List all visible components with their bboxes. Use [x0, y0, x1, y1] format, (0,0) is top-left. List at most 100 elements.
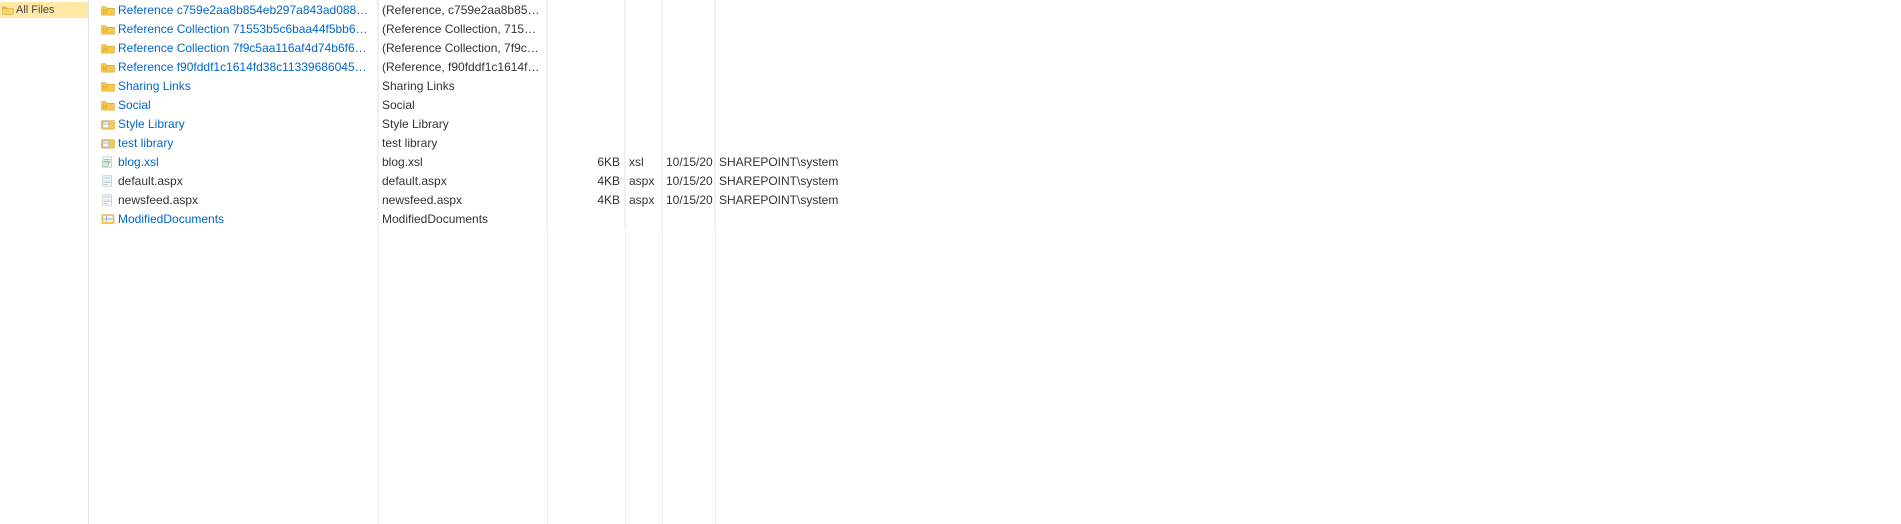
tree-item-label: All Files: [16, 4, 55, 16]
cell-type: aspx: [625, 190, 662, 209]
cell-title: blog.xsl: [378, 152, 547, 171]
folder-icon: [101, 23, 115, 35]
cell-title: (Reference Collection, 7f9c5aa11…: [378, 38, 547, 57]
file-name-text: default.aspx: [118, 174, 183, 188]
folder-icon: [101, 42, 115, 54]
file-name-text: newsfeed.aspx: [118, 193, 198, 207]
file-name-link[interactable]: Reference c759e2aa8b854eb297a843ad088ae0…: [118, 3, 373, 17]
cell-title-text: (Reference Collection, 7f9c5aa11…: [382, 41, 542, 55]
cell-size: [547, 38, 625, 57]
cell-title: default.aspx: [378, 171, 547, 190]
cell-title: ModifiedDocuments: [378, 209, 547, 228]
file-list-pane: Reference c759e2aa8b854eb297a843ad088ae0…: [89, 0, 1901, 524]
file-name-link[interactable]: Reference Collection 71553b5c6baa44f5bb6…: [118, 22, 373, 36]
file-name-link[interactable]: Social: [118, 98, 151, 112]
file-row[interactable]: test library test library: [89, 133, 1901, 152]
cell-type: [625, 114, 662, 133]
cell-size: [547, 209, 625, 228]
file-row[interactable]: blog.xslblog.xsl6KBxsl10/15/20…SHAREPOIN…: [89, 152, 1901, 171]
cell-title-text: Style Library: [382, 117, 449, 131]
cell-modified-by: [715, 19, 853, 38]
cell-size: [547, 95, 625, 114]
app-root: All Files Reference c759e2aa8b854eb297a8…: [0, 0, 1901, 524]
cell-name: Reference Collection 7f9c5aa116af4d74b6f…: [89, 38, 378, 57]
cell-name: default.aspx: [89, 171, 378, 190]
cell-modified: [662, 76, 715, 95]
folder-icon: [101, 61, 115, 73]
file-name-link[interactable]: Reference Collection 7f9c5aa116af4d74b6f…: [118, 41, 373, 55]
folder-open-icon: [2, 4, 14, 16]
cell-modified-by: [715, 76, 853, 95]
cell-title: Sharing Links: [378, 76, 547, 95]
cell-title-text: newsfeed.aspx: [382, 193, 462, 207]
cell-modified: [662, 0, 715, 19]
cell-name: ModifiedDocuments: [89, 209, 378, 228]
cell-title: Social: [378, 95, 547, 114]
cell-modified: [662, 114, 715, 133]
cell-modified: [662, 38, 715, 57]
file-row[interactable]: Reference Collection 71553b5c6baa44f5bb6…: [89, 19, 1901, 38]
cell-type: [625, 209, 662, 228]
cell-title: newsfeed.aspx: [378, 190, 547, 209]
library-folder-icon: [101, 118, 115, 130]
cell-size: [547, 57, 625, 76]
cell-size: [547, 19, 625, 38]
file-name-link[interactable]: Style Library: [118, 117, 185, 131]
cell-title: (Reference Collection, 71553b5c6…: [378, 19, 547, 38]
cell-type: [625, 133, 662, 152]
cell-name: Style Library: [89, 114, 378, 133]
cell-title-text: test library: [382, 136, 437, 150]
file-row[interactable]: Reference f90fddf1c1614fd38c113396860454…: [89, 57, 1901, 76]
cell-size: [547, 76, 625, 95]
cell-name: test library: [89, 133, 378, 152]
cell-name: Sharing Links: [89, 76, 378, 95]
file-name-link[interactable]: ModifiedDocuments: [118, 212, 224, 226]
cell-modified-by: [715, 95, 853, 114]
cell-modified: [662, 133, 715, 152]
cell-title-text: (Reference Collection, 71553b5c6…: [382, 22, 542, 36]
file-rows: Reference c759e2aa8b854eb297a843ad088ae0…: [89, 0, 1901, 524]
cell-type: aspx: [625, 171, 662, 190]
cell-modified: 10/15/20…: [662, 152, 715, 171]
file-row[interactable]: Reference c759e2aa8b854eb297a843ad088ae0…: [89, 0, 1901, 19]
cell-modified-by: SHAREPOINT\system: [715, 152, 853, 171]
cell-title-text: Social: [382, 98, 415, 112]
tree-sidebar: All Files: [0, 0, 89, 524]
cell-title: (Reference, c759e2aa8b854eb297…: [378, 0, 547, 19]
cell-modified-by: [715, 57, 853, 76]
cell-modified-by: [715, 0, 853, 19]
file-row[interactable]: Sharing Links Sharing Links: [89, 76, 1901, 95]
cell-title-text: default.aspx: [382, 174, 447, 188]
file-row[interactable]: Social Social: [89, 95, 1901, 114]
cell-name: newsfeed.aspx: [89, 190, 378, 209]
file-row[interactable]: newsfeed.aspxnewsfeed.aspx4KBaspx10/15/2…: [89, 190, 1901, 209]
file-row[interactable]: Style Library Style Library: [89, 114, 1901, 133]
cell-size: [547, 114, 625, 133]
folder-icon: [101, 80, 115, 92]
file-row[interactable]: Reference Collection 7f9c5aa116af4d74b6f…: [89, 38, 1901, 57]
file-name-link[interactable]: Sharing Links: [118, 79, 191, 93]
cell-size: 4KB: [547, 171, 625, 190]
cell-modified: [662, 19, 715, 38]
file-row[interactable]: ModifiedDocuments ModifiedDocuments: [89, 209, 1901, 228]
cell-modified-by: [715, 209, 853, 228]
cell-type: [625, 95, 662, 114]
cell-type: [625, 76, 662, 95]
cell-size: [547, 0, 625, 19]
tree-item-all-files[interactable]: All Files: [0, 2, 88, 18]
cell-modified: [662, 57, 715, 76]
cell-modified-by: [715, 38, 853, 57]
file-name-link[interactable]: Reference f90fddf1c1614fd38c113396860454…: [118, 60, 373, 74]
cell-title: Style Library: [378, 114, 547, 133]
file-name-link[interactable]: blog.xsl: [118, 155, 159, 169]
file-name-link[interactable]: test library: [118, 136, 173, 150]
cell-name: Social: [89, 95, 378, 114]
cell-name: Reference f90fddf1c1614fd38c113396860454…: [89, 57, 378, 76]
library-folder-icon: [101, 137, 115, 149]
file-row[interactable]: default.aspxdefault.aspx4KBaspx10/15/20……: [89, 171, 1901, 190]
cell-name: Reference c759e2aa8b854eb297a843ad088ae0…: [89, 0, 378, 19]
cell-title: test library: [378, 133, 547, 152]
cell-title-text: (Reference, c759e2aa8b854eb297…: [382, 3, 542, 17]
cell-title-text: Sharing Links: [382, 79, 455, 93]
cell-title: (Reference, f90fddf1c1614fd38c1…: [378, 57, 547, 76]
